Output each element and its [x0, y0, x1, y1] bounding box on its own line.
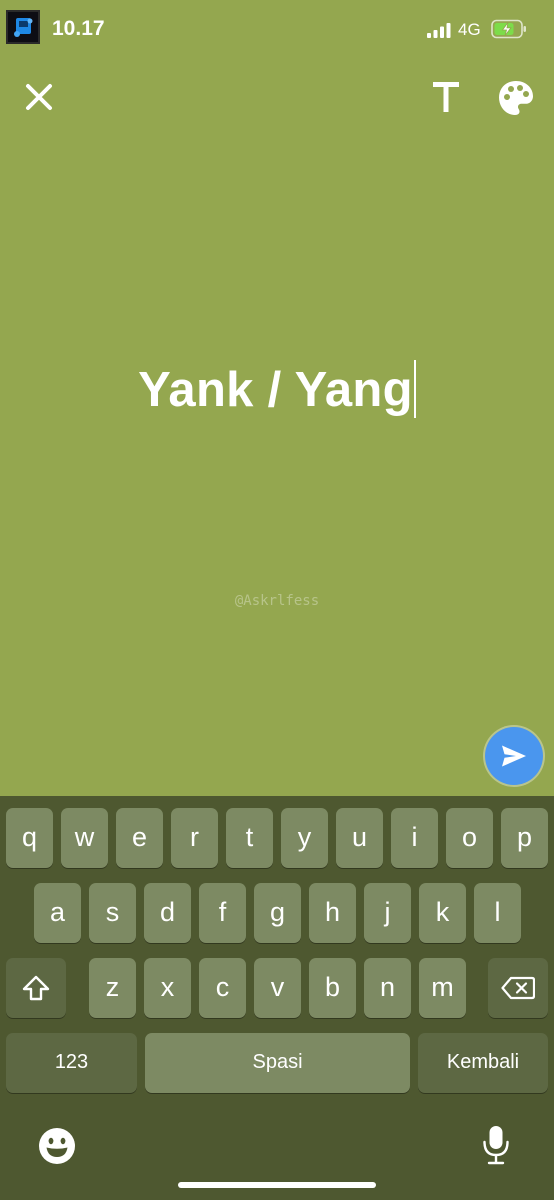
key-k[interactable]: k [419, 883, 466, 943]
key-e[interactable]: e [116, 808, 163, 868]
return-key[interactable]: Kembali [418, 1033, 548, 1093]
shift-key[interactable] [6, 958, 66, 1018]
backspace-icon [501, 976, 535, 1000]
key-i[interactable]: i [391, 808, 438, 868]
key-q[interactable]: q [6, 808, 53, 868]
home-indicator[interactable] [178, 1182, 376, 1188]
key-d[interactable]: d [144, 883, 191, 943]
key-l[interactable]: l [474, 883, 521, 943]
key-j[interactable]: j [364, 883, 411, 943]
close-icon [26, 84, 52, 110]
text-style-icon [433, 82, 459, 112]
shift-icon [22, 975, 50, 1001]
key-o[interactable]: o [446, 808, 493, 868]
space-key[interactable]: Spasi [145, 1033, 410, 1093]
key-m[interactable]: m [419, 958, 466, 1018]
watermark: @Askrlfess [234, 593, 320, 609]
backspace-key[interactable] [488, 958, 548, 1018]
battery-charging-icon [491, 19, 526, 39]
key-g[interactable]: g [254, 883, 301, 943]
key-p[interactable]: p [501, 808, 548, 868]
status-bar: 10.17 4G [0, 0, 554, 60]
key-w[interactable]: w [61, 808, 108, 868]
app-thumbnail-icon [6, 10, 40, 44]
message-text-input[interactable]: Yank / Yang [0, 360, 554, 418]
key-a[interactable]: a [34, 883, 81, 943]
key-y[interactable]: y [281, 808, 328, 868]
key-b[interactable]: b [309, 958, 356, 1018]
color-palette-button[interactable] [496, 78, 536, 118]
key-r[interactable]: r [171, 808, 218, 868]
palette-icon [499, 81, 533, 115]
key-x[interactable]: x [144, 958, 191, 1018]
key-n[interactable]: n [364, 958, 411, 1018]
cellular-signal-icon [427, 23, 451, 38]
key-u[interactable]: u [336, 808, 383, 868]
emoji-icon [39, 1128, 75, 1164]
status-time: 10.17 [52, 17, 105, 40]
message-text: Yank / Yang [138, 363, 413, 417]
emoji-button[interactable] [38, 1127, 76, 1165]
microphone-button[interactable] [481, 1124, 511, 1166]
key-h[interactable]: h [309, 883, 356, 943]
send-button[interactable] [485, 727, 543, 785]
key-t[interactable]: t [226, 808, 273, 868]
key-s[interactable]: s [89, 883, 136, 943]
network-type: 4G [458, 20, 481, 39]
key-c[interactable]: c [199, 958, 246, 1018]
key-f[interactable]: f [199, 883, 246, 943]
key-v[interactable]: v [254, 958, 301, 1018]
send-icon [502, 745, 526, 767]
microphone-icon [483, 1126, 509, 1165]
key-z[interactable]: z [89, 958, 136, 1018]
numbers-key[interactable]: 123 [6, 1033, 137, 1093]
close-button[interactable] [18, 76, 60, 118]
text-style-button[interactable] [428, 76, 464, 118]
text-cursor [413, 360, 416, 418]
